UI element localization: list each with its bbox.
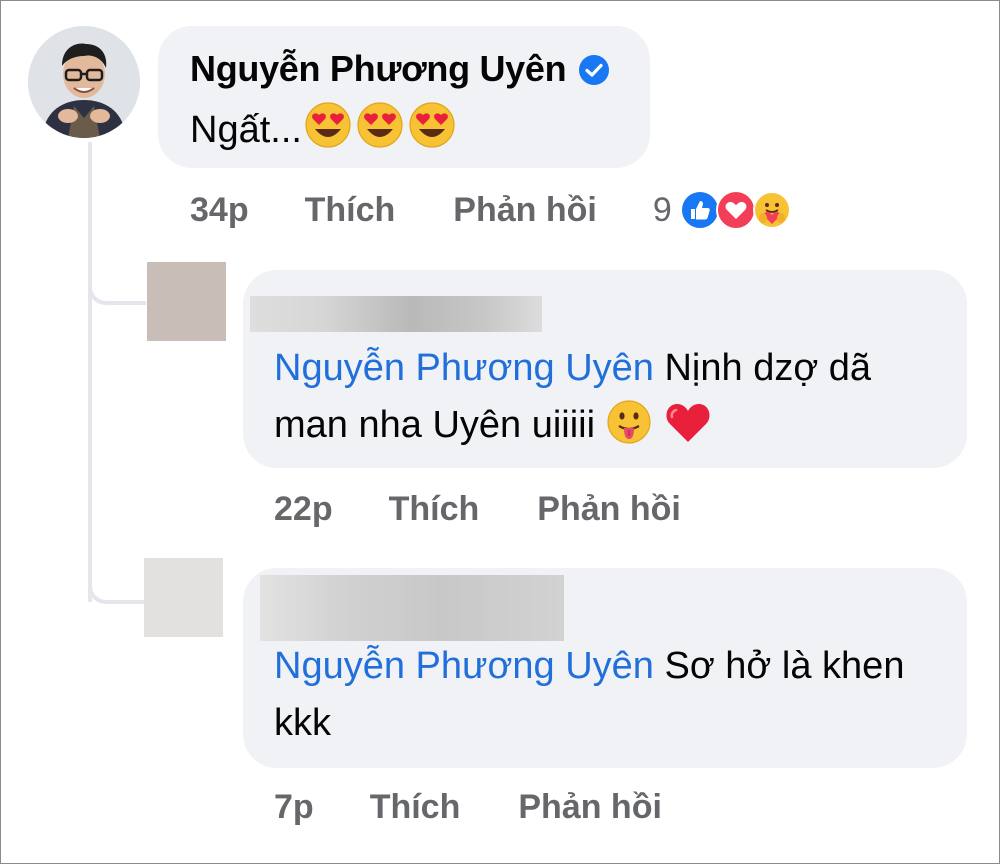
reply-timestamp[interactable]: 22p	[274, 490, 333, 529]
comment-text: Ngất...	[190, 101, 458, 159]
author-name[interactable]: Nguyễn Phương Uyên	[190, 48, 567, 90]
mention-link[interactable]: Nguyễn Phương Uyên	[274, 645, 654, 687]
care-reaction-icon	[752, 190, 792, 230]
redacted-author-name	[260, 575, 564, 641]
love-reaction-icon	[715, 190, 756, 230]
redacted-author-name	[250, 296, 542, 332]
avatar[interactable]	[28, 26, 140, 138]
avatar[interactable]	[147, 262, 226, 341]
comment-body: Ngất...	[190, 108, 302, 151]
heart-eyes-emoji	[354, 101, 406, 159]
verified-badge-icon	[578, 53, 610, 85]
comment-author[interactable]: Nguyễn Phương Uyên	[190, 48, 610, 90]
reply-button[interactable]: Phản hồi	[518, 788, 662, 827]
reply-text: Nguyễn Phương Uyên Sơ hở là khen kkk	[274, 638, 934, 752]
like-button[interactable]: Thích	[305, 191, 396, 230]
tongue-emoji	[606, 399, 652, 462]
red-heart-emoji	[662, 399, 714, 462]
heart-eyes-emoji	[302, 101, 354, 159]
thread-branch	[88, 283, 146, 305]
thread-branch	[88, 582, 146, 604]
avatar-photo	[28, 26, 140, 138]
reply-actions: 22p Thích Phản hồi	[274, 490, 681, 529]
comment-timestamp[interactable]: 34p	[190, 191, 249, 230]
like-button[interactable]: Thích	[389, 490, 480, 529]
like-reaction-icon	[679, 190, 720, 230]
reply-timestamp[interactable]: 7p	[274, 788, 314, 827]
reply-button[interactable]: Phản hồi	[537, 490, 681, 529]
reply-actions: 7p Thích Phản hồi	[274, 788, 662, 827]
reply-text: Nguyễn Phương Uyên Nịnh dzợ dã man nha U…	[274, 340, 934, 462]
thread-line	[88, 142, 92, 602]
mention-link[interactable]: Nguyễn Phương Uyên	[274, 347, 654, 389]
like-button[interactable]: Thích	[370, 788, 461, 827]
comment-actions: 34p Thích Phản hồi 9	[190, 190, 791, 230]
reply-button[interactable]: Phản hồi	[453, 191, 597, 230]
heart-eyes-emoji	[406, 101, 458, 159]
reaction-count: 9	[652, 190, 672, 229]
avatar[interactable]	[144, 558, 223, 637]
reaction-summary[interactable]: 9	[652, 190, 791, 230]
